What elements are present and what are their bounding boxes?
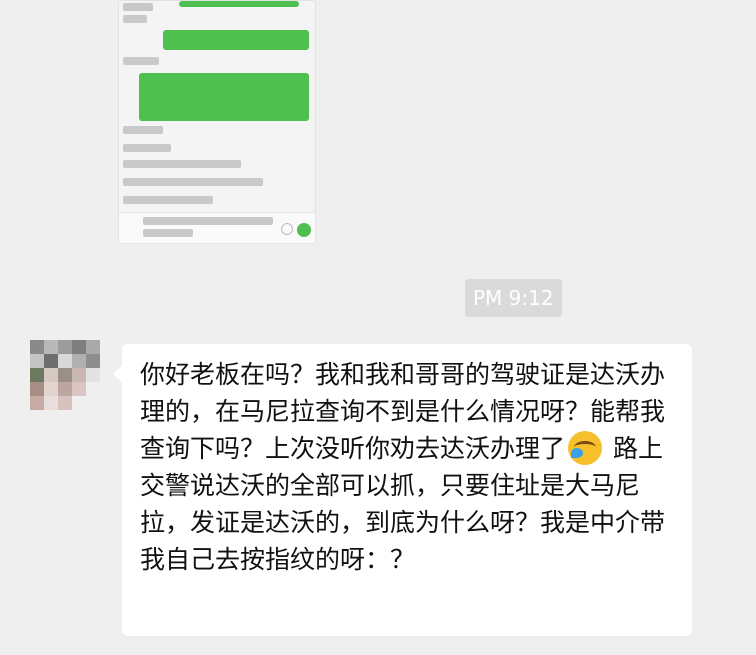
message-text: 你好老板在吗？我和我和哥哥的驾驶证是达沃办理的，在马尼拉查询不到是什么情况呀？能…: [140, 356, 678, 578]
message-timestamp: PM 9:12: [465, 279, 562, 317]
avatar[interactable]: [30, 340, 100, 410]
send-icon: [297, 223, 311, 237]
shared-screenshot-thumbnail[interactable]: [118, 0, 316, 244]
message-bubble[interactable]: 你好老板在吗？我和我和哥哥的驾驶证是达沃办理的，在马尼拉查询不到是什么情况呀？能…: [113, 344, 692, 636]
face-with-tears-of-joy-icon: [568, 431, 603, 465]
emoji-icon: [281, 223, 293, 235]
thumbnail-input-bar: [119, 212, 315, 243]
